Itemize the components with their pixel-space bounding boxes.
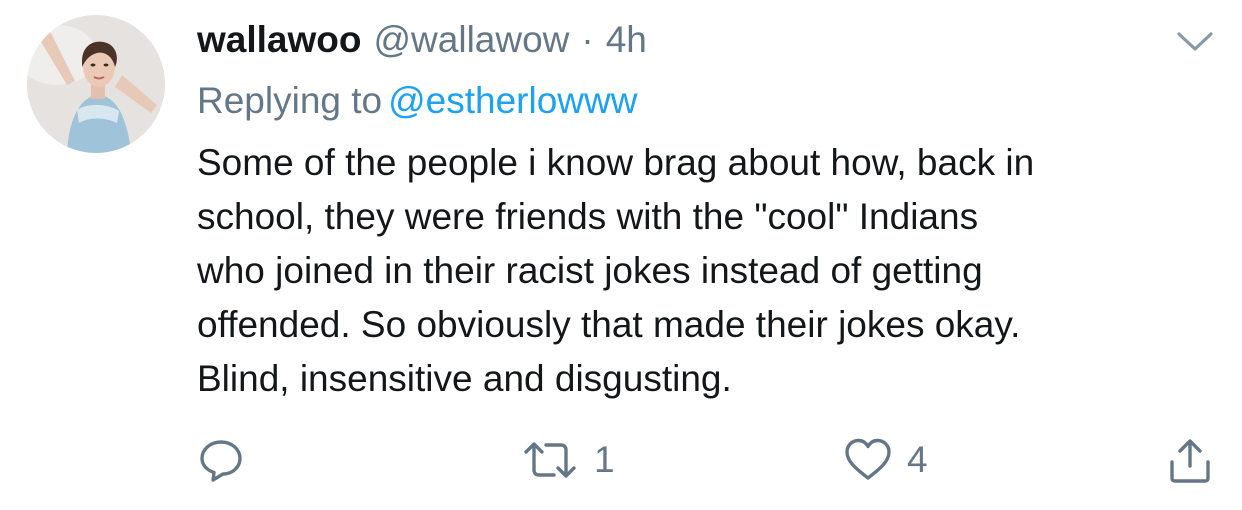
heart-icon [845,438,891,480]
tweet-text-line: Some of the people i know brag about how… [197,142,1035,183]
reply-button[interactable] [197,435,245,485]
tweet-header: wallawoo @wallawow · 4h [197,18,647,62]
display-name[interactable]: wallawoo [197,18,361,62]
retweet-button[interactable]: 1 [520,435,615,485]
like-button[interactable]: 4 [843,435,928,485]
reply-icon [200,440,242,482]
share-icon [1170,439,1210,483]
replying-to-label: Replying to [197,80,383,121]
like-count: 4 [907,439,928,480]
tweet-text-line: school, they were friends with the "cool… [197,196,979,237]
more-options-button[interactable] [1175,28,1215,56]
tweet-text-line: Blind, insensitive and disgusting. [197,358,732,399]
avatar-image [27,15,165,153]
timestamp[interactable]: 4h [606,18,647,62]
avatar[interactable] [27,15,165,153]
tweet-text-line: who joined in their racist jokes instead… [197,250,983,291]
tweet-text-line: offended. So obviously that made their j… [197,304,1021,345]
chevron-down-icon [1177,32,1213,51]
retweet-icon [524,442,576,478]
share-button[interactable] [1166,435,1214,485]
retweet-count: 1 [594,439,615,480]
user-handle[interactable]: @wallawow [373,18,569,62]
tweet-text: Some of the people i know brag about how… [197,136,1207,406]
replying-to-mention[interactable]: @estherlowww [388,80,637,121]
separator-dot: · [581,19,594,60]
tweet: wallawoo @wallawow · 4h Replying to @esth… [0,0,1242,510]
replying-to: Replying to @estherlowww [197,78,637,124]
